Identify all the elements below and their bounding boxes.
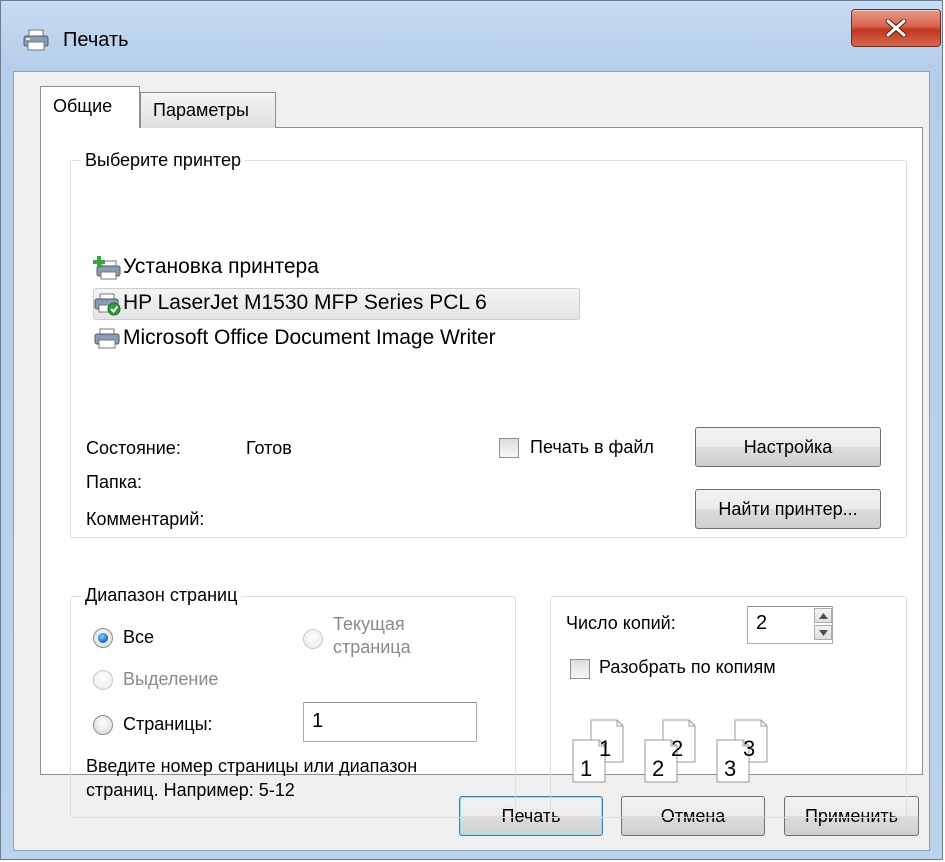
collate-label[interactable]: Разобрать по копиям xyxy=(599,657,776,678)
collate-page-number: 1 xyxy=(599,736,611,761)
copies-input-value: 2 xyxy=(756,612,768,634)
tab-general[interactable]: Общие xyxy=(40,86,140,128)
print-dialog: Печать Общие Параметры Выберите принтер xyxy=(0,0,943,860)
range-current-page-radio[interactable] xyxy=(303,629,323,649)
printer-item-hp-laserjet-label: HP LaserJet M1530 MFP Series PCL 6 xyxy=(123,291,487,314)
find-printer-button-label: Найти принтер... xyxy=(718,499,858,519)
arrow-up-icon xyxy=(819,613,828,619)
copies-spin-up[interactable] xyxy=(814,608,832,623)
pages-input-value: 1 xyxy=(312,710,324,732)
page-range-group-title: Диапазон страниц xyxy=(81,585,242,606)
range-hint-line2: страниц. Например: 5-12 xyxy=(86,780,295,800)
printer-icon xyxy=(23,29,49,51)
default-printer-icon xyxy=(94,293,121,316)
tab-parameters-label: Параметры xyxy=(153,100,249,120)
window-title: Печать xyxy=(63,29,129,51)
add-printer-icon xyxy=(93,256,121,280)
status-label: Состояние: xyxy=(86,438,181,458)
status-value: Готов xyxy=(246,438,292,458)
range-pages-label[interactable]: Страницы: xyxy=(123,714,213,735)
collate-checkbox[interactable] xyxy=(570,659,590,679)
range-selection-radio[interactable] xyxy=(93,670,113,690)
radio-selected-dot xyxy=(98,633,108,643)
range-selection-label: Выделение xyxy=(123,669,219,689)
pages-input[interactable]: 1 xyxy=(303,702,477,742)
print-to-file-checkbox[interactable] xyxy=(499,438,519,458)
printer-icon xyxy=(94,328,120,349)
arrow-down-icon xyxy=(819,630,828,636)
find-printer-button[interactable]: Найти принтер... xyxy=(695,489,881,529)
printer-item-add-label: Установка принтера xyxy=(123,255,319,278)
print-to-file-label[interactable]: Печать в файл xyxy=(530,437,654,458)
tab-panel-general: Выберите принтер Установка принтера HP L… xyxy=(40,127,923,818)
dialog-client-area: Общие Параметры Выберите принтер Установ… xyxy=(13,71,930,851)
collate-page-number: 3 xyxy=(724,756,736,781)
range-all-radio[interactable] xyxy=(93,628,113,648)
collate-illustration: 1 1 2 2 3 3 xyxy=(572,719,768,783)
range-all-label[interactable]: Все xyxy=(123,627,154,648)
setup-button-label: Настройка xyxy=(743,437,833,457)
range-hint-line1: Введите номер страницы или диапазон xyxy=(86,756,418,776)
setup-button[interactable]: Настройка xyxy=(695,427,881,467)
copies-spin-down[interactable] xyxy=(814,625,832,640)
collate-page-number: 2 xyxy=(652,756,664,781)
printer-item-ms-office-writer-label: Microsoft Office Document Image Writer xyxy=(123,326,496,349)
close-button[interactable] xyxy=(851,9,941,47)
tab-general-label: Общие xyxy=(53,96,113,116)
range-current-page-label-line2: страница xyxy=(333,637,411,657)
copies-label: Число копий: xyxy=(566,613,676,633)
collate-page-number: 1 xyxy=(580,756,592,781)
range-current-page-label-line1: Текущая xyxy=(333,614,405,634)
printer-group-title: Выберите принтер xyxy=(81,150,245,171)
collate-page-number: 3 xyxy=(743,736,755,761)
comment-label: Комментарий: xyxy=(86,509,205,529)
close-icon xyxy=(885,19,907,37)
title-bar[interactable]: Печать xyxy=(1,1,942,71)
tab-parameters[interactable]: Параметры xyxy=(140,92,276,128)
folder-label: Папка: xyxy=(86,472,142,492)
range-pages-radio[interactable] xyxy=(93,715,113,735)
collate-page-number: 2 xyxy=(671,736,683,761)
